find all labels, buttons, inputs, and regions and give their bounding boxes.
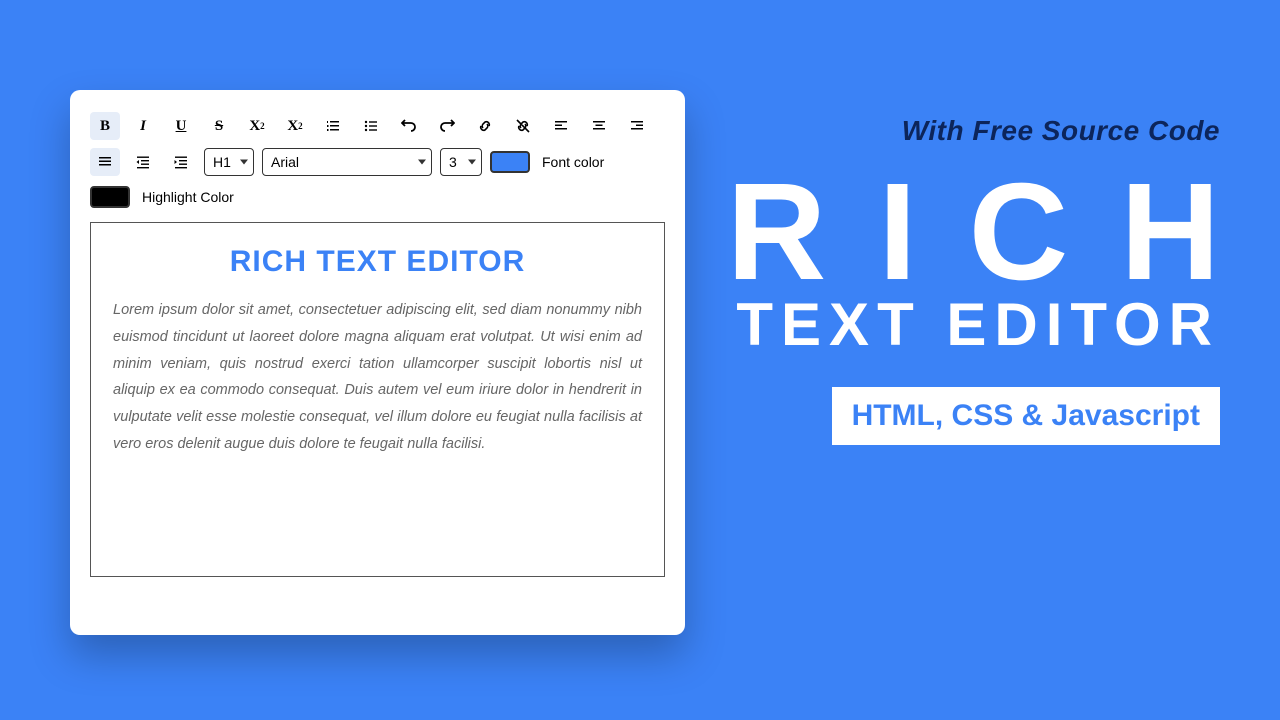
align-justify-button[interactable] — [90, 148, 120, 176]
toolbar-row-1: B I U S X2 X2 — [90, 112, 665, 140]
link-button[interactable] — [470, 112, 500, 140]
undo-button[interactable] — [394, 112, 424, 140]
content-body: Lorem ipsum dolor sit amet, consectetuer… — [113, 297, 642, 458]
outdent-button[interactable] — [128, 148, 158, 176]
align-right-button[interactable] — [622, 112, 652, 140]
editor-card: B I U S X2 X2 — [70, 90, 685, 635]
font-color-label: Font color — [542, 154, 604, 170]
highlight-color-swatch[interactable] — [90, 186, 130, 208]
superscript-button[interactable]: X2 — [242, 112, 272, 140]
italic-button[interactable]: I — [128, 112, 158, 140]
highlight-color-label: Highlight Color — [142, 189, 234, 205]
promo-heading-rich: RICH — [727, 167, 1272, 298]
underline-button[interactable]: U — [166, 112, 196, 140]
strikethrough-button[interactable]: S — [204, 112, 234, 140]
ordered-list-button[interactable] — [318, 112, 348, 140]
heading-select[interactable]: H1 — [204, 148, 254, 176]
unordered-list-button[interactable] — [356, 112, 386, 140]
promo-heading-sub: TEXT EDITOR — [727, 290, 1220, 359]
redo-button[interactable] — [432, 112, 462, 140]
indent-button[interactable] — [166, 148, 196, 176]
editor-content-area[interactable]: RICH TEXT EDITOR Lorem ipsum dolor sit a… — [90, 222, 665, 577]
promo-panel: With Free Source Code RICH TEXT EDITOR H… — [727, 115, 1220, 445]
font-color-swatch[interactable] — [490, 151, 530, 173]
subscript-button[interactable]: X2 — [280, 112, 310, 140]
align-left-button[interactable] — [546, 112, 576, 140]
toolbar-row-3: Highlight Color — [90, 186, 665, 208]
font-family-select[interactable]: Arial — [262, 148, 432, 176]
promo-tagline: With Free Source Code — [727, 115, 1220, 147]
font-size-select[interactable]: 3 — [440, 148, 482, 176]
toolbar-row-2: H1 Arial 3 Font color — [90, 148, 665, 176]
bold-button[interactable]: B — [90, 112, 120, 140]
align-center-button[interactable] — [584, 112, 614, 140]
unlink-button[interactable] — [508, 112, 538, 140]
promo-badge: HTML, CSS & Javascript — [832, 387, 1220, 445]
content-title: RICH TEXT EDITOR — [113, 245, 642, 279]
